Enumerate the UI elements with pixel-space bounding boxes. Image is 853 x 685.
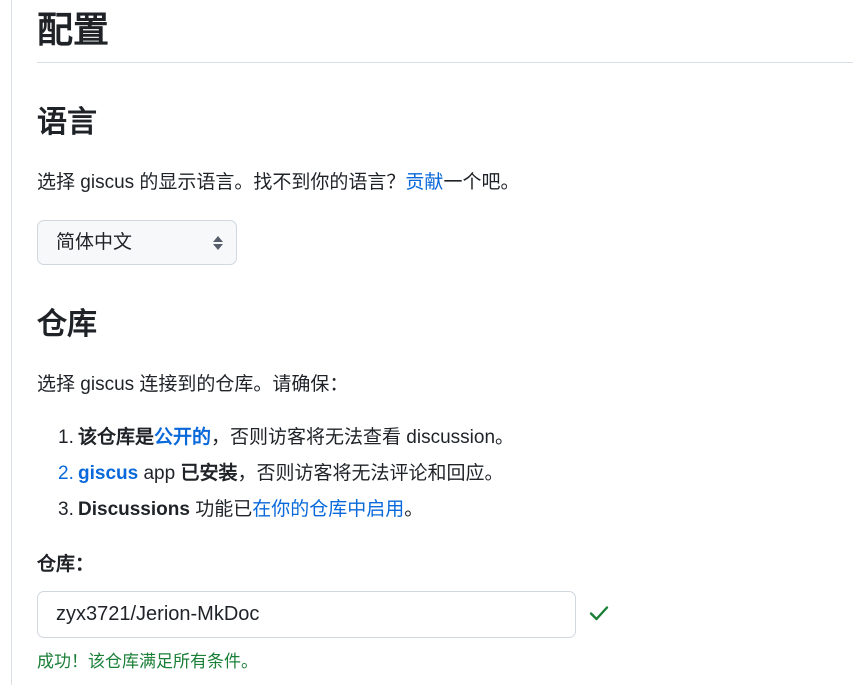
language-select[interactable]: 简体中文	[37, 220, 237, 265]
title-divider	[37, 62, 853, 63]
public-link[interactable]: 公开的	[154, 427, 211, 448]
item-rest: ，否则访客将无法评论和回应。	[237, 463, 504, 484]
language-description: 选择 giscus 的显示语言。找不到你的语言？贡献一个吧。	[37, 170, 519, 196]
left-border	[11, 0, 12, 685]
success-message: 成功！该仓库满足所有条件。	[37, 652, 258, 671]
giscus-app-link[interactable]: giscus	[78, 463, 138, 484]
item-plain: app	[138, 463, 181, 484]
repository-field-label: 仓库：	[37, 554, 95, 575]
item-bold: 已安装	[180, 463, 238, 484]
list-number: 1.	[58, 427, 74, 448]
contribute-link[interactable]: 贡献	[405, 172, 443, 193]
repository-description: 选择 giscus 连接到的仓库。请确保：	[37, 374, 349, 395]
repository-input[interactable]	[37, 591, 576, 638]
item-plain: 功能已	[189, 499, 253, 520]
requirements-list: 1. 该仓库是公开的，否则访客将无法查看 discussion。 2. giscus…	[37, 420, 514, 528]
enable-discussions-link[interactable]: 在你的仓库中启用	[252, 499, 404, 520]
language-desc-before: 选择 giscus 的显示语言。找不到你的语言？	[37, 172, 406, 193]
language-desc-after: 一个吧。	[443, 172, 520, 193]
repository-heading: 仓库	[37, 308, 97, 341]
list-item: 1. 该仓库是公开的，否则访客将无法查看 discussion。	[37, 420, 514, 456]
item-rest: 。	[404, 499, 424, 520]
list-item: 2. giscus app 已安装，否则访客将无法评论和回应。	[37, 456, 514, 492]
item-rest: ，否则访客将无法查看 discussion。	[211, 427, 515, 448]
list-number: 3.	[58, 499, 74, 520]
item-bold: Discussions	[78, 499, 190, 520]
list-item: 3. Discussions 功能已在你的仓库中启用。	[37, 492, 514, 528]
item-bold: 该仓库是	[78, 427, 155, 448]
check-icon	[589, 606, 609, 621]
select-arrows-icon	[213, 236, 223, 250]
page-title: 配置	[37, 9, 110, 50]
language-heading: 语言	[37, 106, 97, 139]
language-select-value: 简体中文	[56, 232, 133, 253]
list-number: 2.	[58, 463, 74, 484]
